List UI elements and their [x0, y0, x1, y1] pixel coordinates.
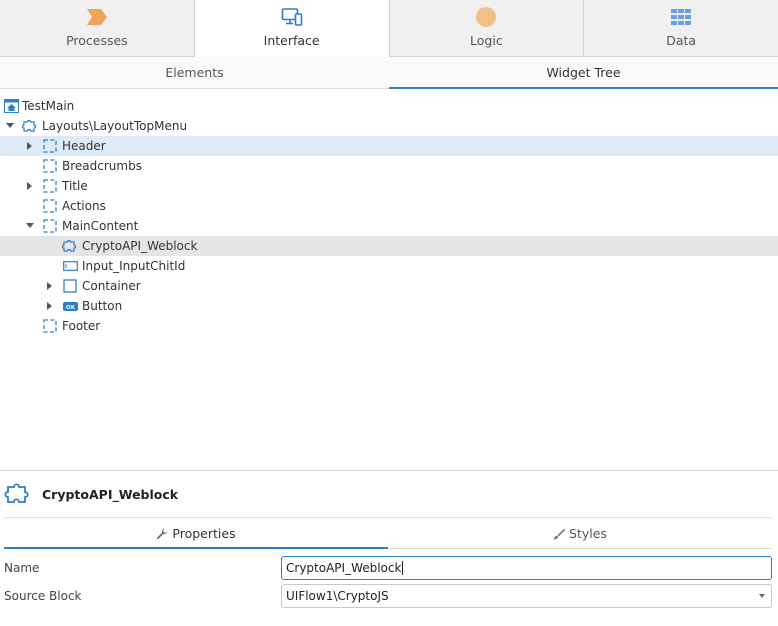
panel-divider — [4, 517, 772, 518]
top-tab-bar: Processes Interface Logic Data — [0, 0, 778, 58]
home-screen-icon — [3, 98, 19, 114]
logic-circle-icon — [475, 7, 497, 27]
source-block-select[interactable]: UIFlow1\CryptoJS — [281, 584, 772, 608]
chevron-right-icon[interactable] — [45, 281, 55, 291]
tree-item-label: Actions — [62, 199, 106, 213]
chevron-down-icon[interactable] — [759, 594, 765, 598]
tree-item-title[interactable]: Title — [0, 176, 778, 196]
source-block-value: UIFlow1\CryptoJS — [286, 589, 389, 603]
tree-item-label: MainContent — [62, 219, 139, 233]
ok-button-icon: OK — [62, 298, 78, 314]
name-input-value: CryptoAPI_Weblock — [286, 561, 402, 575]
tab-styles[interactable]: Styles — [388, 519, 772, 549]
tree-item-label: Title — [62, 179, 88, 193]
tree-item-testmain[interactable]: TestMain — [0, 96, 778, 116]
tree-item-label: Header — [62, 139, 106, 153]
tree-item-header[interactable]: Header — [0, 136, 778, 156]
property-source-block-row: Source Block UIFlow1\CryptoJS — [0, 584, 778, 608]
wrench-icon — [156, 528, 168, 540]
tab-data[interactable]: Data — [584, 0, 778, 56]
tree-item-label: Breadcrumbs — [62, 159, 142, 173]
tab-processes-label: Processes — [66, 33, 128, 48]
properties-header: CryptoAPI_Weblock — [4, 480, 178, 508]
tab-styles-label: Styles — [569, 526, 607, 541]
chevron-down-icon[interactable] — [5, 121, 15, 131]
tab-properties-label: Properties — [172, 526, 236, 541]
properties-title: CryptoAPI_Weblock — [42, 486, 179, 502]
placeholder-dashed-icon — [42, 178, 58, 194]
tree-item-label: Button — [82, 299, 123, 313]
properties-tab-bar: Properties Styles — [4, 519, 772, 549]
source-block-label: Source Block — [4, 589, 82, 603]
property-name-row: Name CryptoAPI_Weblock — [0, 556, 778, 580]
chevron-right-icon[interactable] — [25, 181, 35, 191]
chevron-down-icon[interactable] — [25, 221, 35, 231]
chevron-right-icon[interactable] — [45, 301, 55, 311]
tree-item-label: CryptoAPI_Weblock — [82, 239, 198, 253]
tree-item-label: Container — [82, 279, 141, 293]
widget-tree: TestMain Layouts\LayoutTopMenu Header Br… — [0, 96, 778, 336]
puzzle-block-icon — [22, 118, 38, 134]
name-label: Name — [4, 561, 40, 575]
tab-data-label: Data — [666, 33, 697, 48]
tab-processes[interactable]: Processes — [0, 0, 195, 56]
puzzle-block-icon — [62, 238, 78, 254]
tab-elements[interactable]: Elements — [0, 57, 389, 88]
tab-interface[interactable]: Interface — [194, 0, 390, 58]
tree-item-label: Layouts\LayoutTopMenu — [42, 119, 188, 133]
sub-tab-bar: Elements Widget Tree — [0, 57, 778, 89]
tree-item-maincontent[interactable]: MainContent — [0, 216, 778, 236]
tree-item-actions[interactable]: Actions — [0, 196, 778, 216]
processes-chevron-icon — [86, 7, 108, 27]
tree-item-label: Footer — [62, 319, 101, 333]
tree-item-input-inputchitid[interactable]: Input_InputChitId — [0, 256, 778, 276]
chevron-right-icon[interactable] — [25, 141, 35, 151]
tab-widget-tree[interactable]: Widget Tree — [389, 57, 778, 89]
ok-button-icon-text: OK — [66, 304, 76, 310]
panel-divider — [0, 470, 778, 471]
tree-item-button[interactable]: OK Button — [0, 296, 778, 316]
tab-interface-label: Interface — [263, 33, 320, 48]
brush-icon — [553, 528, 566, 540]
tree-item-layouttopmenu[interactable]: Layouts\LayoutTopMenu — [0, 116, 778, 136]
tab-logic-label: Logic — [470, 33, 503, 48]
placeholder-dashed-icon — [42, 318, 58, 334]
name-input[interactable]: CryptoAPI_Weblock — [281, 556, 772, 580]
tab-logic[interactable]: Logic — [390, 0, 585, 56]
tree-item-cryptoapi-weblock[interactable]: CryptoAPI_Weblock — [0, 236, 778, 256]
placeholder-dashed-icon — [42, 218, 58, 234]
placeholder-dashed-icon — [42, 198, 58, 214]
tree-item-label: Input_InputChitId — [82, 259, 186, 273]
input-field-icon — [62, 258, 78, 274]
tab-properties[interactable]: Properties — [4, 519, 388, 549]
tree-item-label: TestMain — [22, 99, 75, 113]
container-square-icon — [62, 278, 78, 294]
text-cursor — [402, 561, 404, 575]
placeholder-dashed-icon — [42, 138, 58, 154]
tree-item-footer[interactable]: Footer — [0, 316, 778, 336]
tree-item-breadcrumbs[interactable]: Breadcrumbs — [0, 156, 778, 176]
placeholder-dashed-icon — [42, 158, 58, 174]
data-grid-icon — [670, 7, 692, 27]
puzzle-block-icon — [4, 481, 34, 507]
monitor-devices-icon — [281, 7, 303, 27]
tree-item-container[interactable]: Container — [0, 276, 778, 296]
